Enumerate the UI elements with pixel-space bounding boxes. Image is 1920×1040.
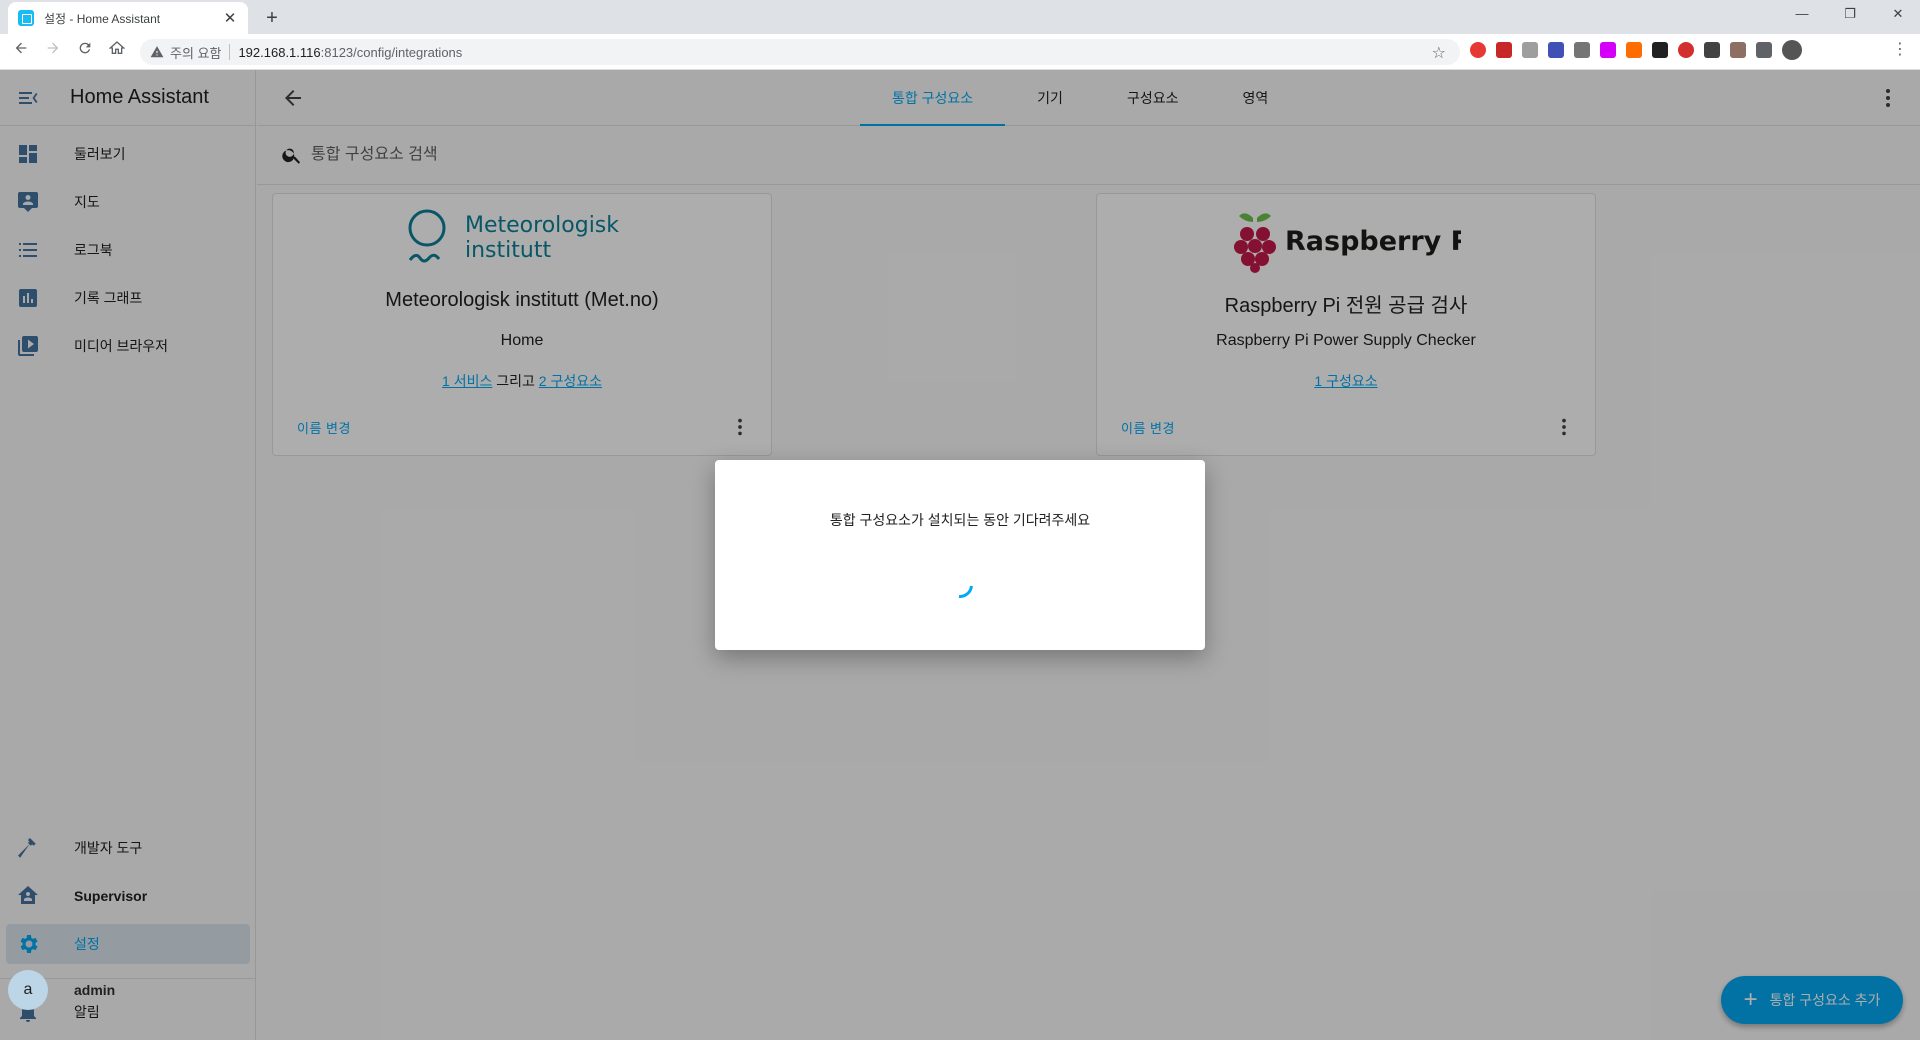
new-tab-button[interactable]: + xyxy=(258,4,286,32)
opera-extension-icon[interactable] xyxy=(1470,42,1486,58)
browser-toolbar: 주의 요함 192.168.1.116 :8123/config/integra… xyxy=(0,34,1920,70)
forward-nav-icon[interactable] xyxy=(40,39,66,65)
url-separator xyxy=(229,44,231,60)
browser-menu-icon[interactable]: ⋮ xyxy=(1892,42,1908,58)
url-path: :8123/config/integrations xyxy=(320,44,463,60)
home-icon[interactable] xyxy=(104,39,130,65)
sidebar-item-user[interactable]: a admin xyxy=(6,970,250,1010)
puzzle-extensions-icon[interactable] xyxy=(1756,42,1772,58)
user-avatar: a xyxy=(8,970,48,1010)
close-window-button[interactable]: ✕ xyxy=(1876,0,1920,30)
send-extension-icon[interactable] xyxy=(1548,42,1564,58)
red-extension-icon[interactable] xyxy=(1496,42,1512,58)
minimize-button[interactable]: — xyxy=(1780,0,1824,30)
extensions-bar xyxy=(1470,40,1802,60)
loading-spinner-icon xyxy=(941,566,979,604)
camera-extension-icon[interactable] xyxy=(1522,42,1538,58)
browser-tab[interactable]: 설정 - Home Assistant ✕ xyxy=(8,2,248,34)
pen-extension-icon[interactable] xyxy=(1600,42,1616,58)
tab-title: 설정 - Home Assistant xyxy=(44,11,161,26)
dialog-message: 통합 구성요소가 설치되는 동안 기다려주세요 xyxy=(829,512,1091,528)
installing-dialog: 통합 구성요소가 설치되는 동안 기다려주세요 xyxy=(715,460,1205,650)
back-nav-icon[interactable] xyxy=(8,39,34,65)
warning-icon xyxy=(150,46,164,58)
bookmark-star-icon[interactable]: ☆ xyxy=(1432,43,1446,63)
security-label[interactable]: 주의 요함 xyxy=(170,43,221,62)
address-bar[interactable]: 주의 요함 192.168.1.116 :8123/config/integra… xyxy=(140,39,1460,65)
url-host: 192.168.1.116 xyxy=(238,44,321,60)
tab-close-icon[interactable]: ✕ xyxy=(222,9,238,27)
b-extension-icon[interactable] xyxy=(1652,42,1668,58)
home-assistant-favicon-icon xyxy=(18,10,34,26)
image-extension-icon[interactable] xyxy=(1730,42,1746,58)
s-extension-icon[interactable] xyxy=(1704,42,1720,58)
ex-extension-icon[interactable] xyxy=(1626,42,1642,58)
browser-tabstrip: 설정 - Home Assistant ✕ + — ❐ ✕ xyxy=(0,0,1920,34)
user-name: admin xyxy=(74,982,116,998)
window-extension-icon[interactable] xyxy=(1574,42,1590,58)
reload-icon[interactable] xyxy=(72,39,98,65)
maximize-button[interactable]: ❐ xyxy=(1828,0,1872,30)
at-extension-icon[interactable] xyxy=(1678,42,1694,58)
profile-avatar-icon[interactable] xyxy=(1782,40,1802,60)
